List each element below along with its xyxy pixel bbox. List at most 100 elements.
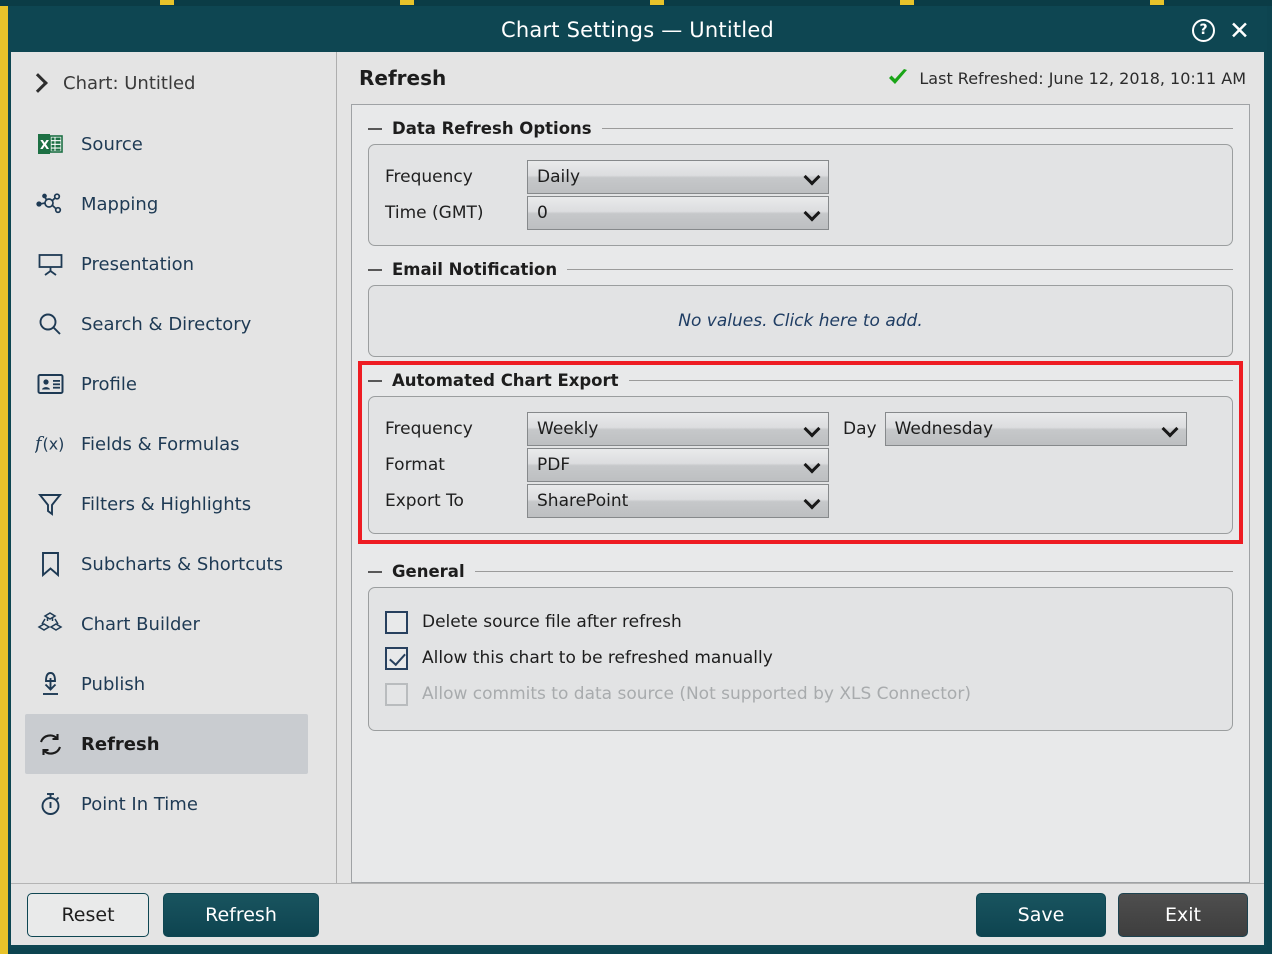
sidebar-item-label: Mapping bbox=[81, 193, 159, 215]
dialog-titlebar: Chart Settings — Untitled ? ✕ bbox=[11, 9, 1264, 52]
sidebar-item-presentation[interactable]: Presentation bbox=[25, 234, 308, 294]
export-frequency-value: Weekly bbox=[537, 419, 599, 439]
function-fx-icon: f (x) bbox=[35, 429, 65, 459]
sidebar-chart-label: Chart: Untitled bbox=[63, 72, 196, 94]
checkbox-disabled-icon bbox=[385, 682, 408, 706]
data-time-value: 0 bbox=[537, 203, 548, 223]
desktop-left-strip bbox=[0, 0, 8, 954]
checkbox-checked-icon bbox=[385, 646, 408, 670]
export-frequency-dropdown[interactable]: Weekly bbox=[527, 412, 829, 446]
export-frequency-label: Frequency bbox=[385, 419, 473, 439]
cubes-icon bbox=[35, 609, 65, 639]
group-automated-chart-export: Automated Chart Export Frequency Weekly bbox=[358, 361, 1243, 544]
export-format-dropdown[interactable]: PDF bbox=[527, 448, 829, 482]
node-graph-icon bbox=[35, 189, 65, 219]
sidebar-item-chart-builder[interactable]: Chart Builder bbox=[25, 594, 308, 654]
data-frequency-dropdown[interactable]: Daily bbox=[527, 160, 829, 194]
collapse-dash-icon[interactable] bbox=[368, 570, 382, 573]
chart-settings-dialog: Chart Settings — Untitled ? ✕ Chart: Unt… bbox=[8, 6, 1267, 948]
export-day-value: Wednesday bbox=[894, 419, 994, 439]
group-legend-label: Data Refresh Options bbox=[392, 119, 592, 138]
row-export-frequency: Frequency Weekly bbox=[385, 411, 829, 447]
sidebar-item-profile[interactable]: Profile bbox=[25, 354, 308, 414]
sidebar-item-mapping[interactable]: Mapping bbox=[25, 174, 308, 234]
sidebar-item-point-in-time[interactable]: Point In Time bbox=[25, 774, 308, 834]
email-notification-empty-area[interactable]: No values. Click here to add. bbox=[368, 285, 1233, 357]
settings-content: Refresh Last Refreshed: June 12, 2018, 1… bbox=[337, 52, 1264, 883]
group-legend: Automated Chart Export bbox=[368, 371, 1233, 390]
data-frequency-value: Daily bbox=[537, 167, 581, 187]
collapse-dash-icon[interactable] bbox=[368, 127, 382, 130]
green-check-icon bbox=[887, 68, 909, 88]
chevron-down-icon bbox=[806, 171, 817, 182]
sidebar-item-filters-highlights[interactable]: Filters & Highlights bbox=[25, 474, 308, 534]
chevron-right-icon bbox=[29, 74, 47, 92]
sidebar-item-label: Search & Directory bbox=[81, 313, 252, 335]
sidebar-item-label: Filters & Highlights bbox=[81, 493, 252, 515]
sidebar-item-fields-formulas[interactable]: f (x) Fields & Formulas bbox=[25, 414, 308, 474]
group-legend-label: Email Notification bbox=[392, 260, 558, 279]
export-format-value: PDF bbox=[537, 455, 571, 475]
sidebar-item-label: Fields & Formulas bbox=[81, 433, 240, 455]
bookmark-icon bbox=[35, 549, 65, 579]
group-box: Frequency Daily Time (GMT) 0 bbox=[368, 144, 1233, 246]
collapse-dash-icon[interactable] bbox=[368, 379, 382, 382]
collapse-dash-icon[interactable] bbox=[368, 268, 382, 271]
sidebar-chart-header[interactable]: Chart: Untitled bbox=[11, 52, 336, 114]
sidebar-item-publish[interactable]: Publish bbox=[25, 654, 308, 714]
sidebar-item-label: Source bbox=[81, 133, 143, 155]
help-circle-icon[interactable]: ? bbox=[1192, 19, 1216, 42]
legend-rule bbox=[628, 380, 1233, 381]
checkbox-allow-manual-refresh[interactable]: Allow this chart to be refreshed manuall… bbox=[385, 640, 1216, 676]
exit-button[interactable]: Exit bbox=[1118, 892, 1248, 937]
footer-right-actions: Save Exit bbox=[976, 892, 1248, 937]
legend-rule bbox=[567, 269, 1233, 270]
chevron-down-icon bbox=[806, 423, 817, 434]
group-email-notification: Email Notification No values. Click here… bbox=[368, 260, 1233, 357]
data-time-dropdown[interactable]: 0 bbox=[527, 196, 829, 230]
export-to-value: SharePoint bbox=[537, 491, 629, 511]
export-day-dropdown[interactable]: Wednesday bbox=[884, 412, 1187, 446]
export-to-dropdown[interactable]: SharePoint bbox=[527, 484, 829, 518]
group-legend: Email Notification bbox=[368, 260, 1233, 279]
last-refreshed-text: Last Refreshed: June 12, 2018, 10:11 AM bbox=[919, 68, 1246, 88]
data-frequency-label: Frequency bbox=[385, 167, 473, 187]
row-export-to: Export To SharePoint bbox=[385, 483, 829, 519]
id-card-icon bbox=[35, 369, 65, 399]
email-notification-empty-text: No values. Click here to add. bbox=[678, 311, 923, 331]
save-button[interactable]: Save bbox=[976, 892, 1106, 937]
sidebar-item-label: Chart Builder bbox=[81, 613, 200, 635]
group-box: Frequency Weekly Format PDF Export To Sh… bbox=[368, 396, 1233, 534]
export-layout: Frequency Weekly Format PDF Export To Sh… bbox=[385, 411, 1216, 519]
checkbox-label: Allow this chart to be refreshed manuall… bbox=[422, 648, 773, 668]
sidebar-item-search-directory[interactable]: Search & Directory bbox=[25, 294, 308, 354]
page-title: Refresh bbox=[359, 66, 447, 90]
refresh-button[interactable]: Refresh bbox=[163, 892, 319, 937]
dialog-footer: Reset Refresh Save Exit bbox=[11, 883, 1264, 945]
reset-button[interactable]: Reset bbox=[27, 892, 149, 937]
chevron-down-icon bbox=[806, 495, 817, 506]
dialog-title: Chart Settings — Untitled bbox=[501, 18, 774, 42]
sidebar-item-label: Presentation bbox=[81, 253, 195, 275]
row-data-time: Time (GMT) 0 bbox=[385, 195, 1216, 231]
sidebar-item-label: Subcharts & Shortcuts bbox=[81, 553, 283, 575]
funnel-icon bbox=[35, 489, 65, 519]
chevron-down-icon bbox=[806, 207, 817, 218]
stopwatch-icon bbox=[35, 789, 65, 819]
svg-text:(x): (x) bbox=[43, 435, 65, 454]
close-icon[interactable]: ✕ bbox=[1229, 18, 1250, 43]
sidebar-item-subcharts-shortcuts[interactable]: Subcharts & Shortcuts bbox=[25, 534, 308, 594]
sidebar-item-source[interactable]: X Source bbox=[25, 114, 308, 174]
refresh-cycle-icon bbox=[35, 729, 65, 759]
group-legend-label: General bbox=[392, 562, 465, 581]
export-day-label: Day bbox=[843, 419, 877, 439]
projector-screen-icon bbox=[35, 249, 65, 279]
sidebar-item-label: Point In Time bbox=[81, 793, 198, 815]
sidebar-item-refresh[interactable]: Refresh bbox=[25, 714, 308, 774]
settings-panel: Data Refresh Options Frequency Daily Tim… bbox=[351, 104, 1250, 883]
group-legend: Data Refresh Options bbox=[368, 119, 1233, 138]
window-actions: ? ✕ bbox=[1192, 9, 1250, 52]
chevron-down-icon bbox=[806, 459, 817, 470]
checkbox-delete-source-file[interactable]: Delete source file after refresh bbox=[385, 604, 1216, 640]
group-general: General Delete source file after refresh… bbox=[368, 562, 1233, 731]
